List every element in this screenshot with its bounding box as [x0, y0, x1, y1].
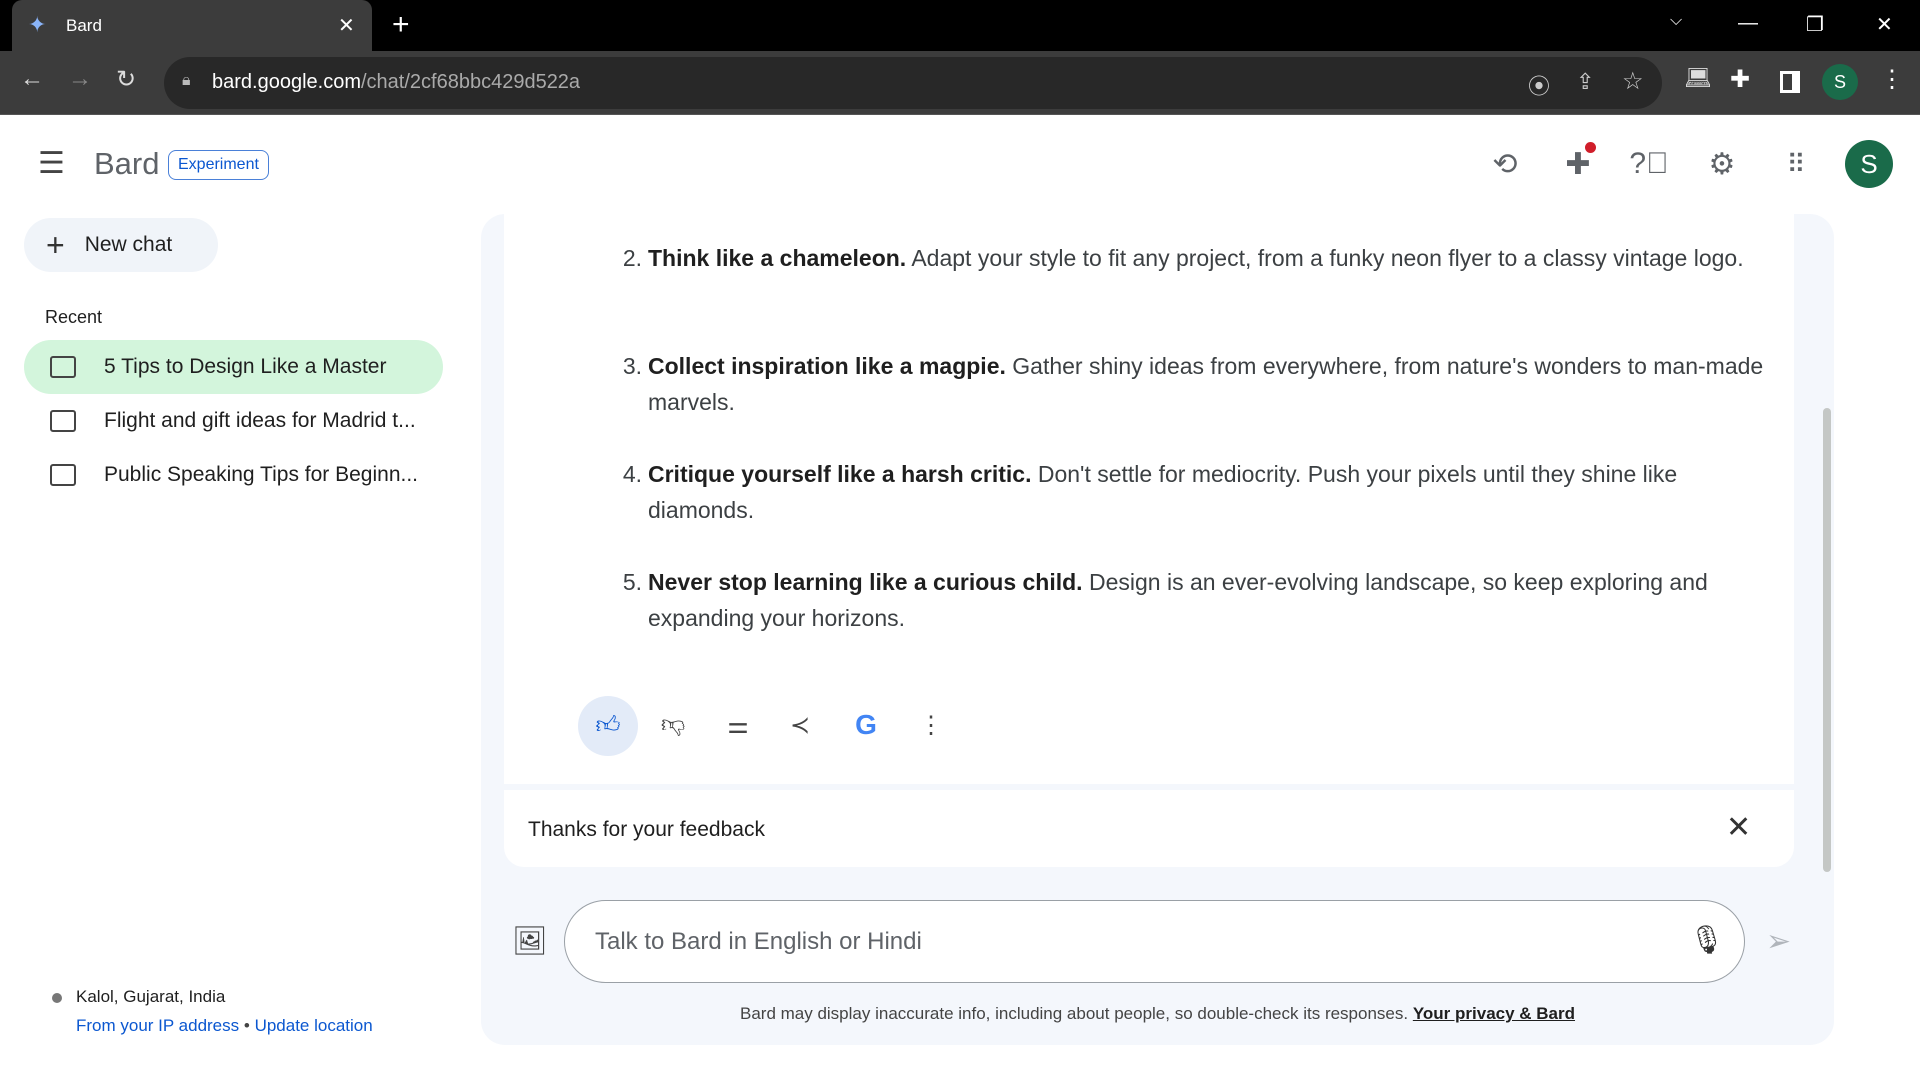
close-window-icon[interactable]: ✕ — [1876, 12, 1893, 37]
share-button[interactable]: ≺ — [777, 702, 823, 748]
back-icon[interactable]: ← — [20, 65, 44, 93]
thumbs-down-button[interactable]: 👎︎ — [650, 702, 696, 748]
location-links: From your IP address • Update location — [76, 1016, 373, 1036]
scrollbar[interactable] — [1823, 408, 1831, 872]
prompt-input-box[interactable]: 🎙︎ — [564, 900, 1745, 983]
prompt-input[interactable] — [595, 921, 1645, 963]
forward-icon[interactable]: → — [68, 65, 92, 93]
location-text: Kalol, Gujarat, India — [76, 987, 226, 1006]
chat-title: Flight and gift ideas for Madrid t... — [104, 409, 416, 432]
new-chat-button[interactable]: + New chat — [24, 218, 218, 272]
bard-sparkle-icon: ✦ — [28, 12, 47, 37]
app-logo: Bard — [94, 146, 160, 181]
privacy-link[interactable]: Your privacy & Bard — [1413, 1004, 1575, 1023]
browser-toolbar: ← → ↻ 🔒︎ bard.google.com/chat/2cf68bbc42… — [0, 51, 1920, 115]
main-menu-icon[interactable]: ☰ — [38, 146, 65, 181]
profile-avatar[interactable]: S — [1822, 64, 1858, 100]
chat-icon — [50, 410, 76, 432]
notification-dot — [1585, 142, 1596, 153]
new-chat-label: New chat — [84, 233, 173, 256]
account-avatar[interactable]: S — [1845, 140, 1893, 188]
help-icon[interactable]: ?⃝ — [1627, 142, 1671, 186]
location-blocked-icon[interactable]: ⦿ — [1528, 69, 1550, 101]
tab-strip: ✦ Bard ✕ + ⌵ — ❐ ✕ — [0, 0, 1920, 51]
upload-image-icon[interactable]: 🖼︎ — [512, 924, 548, 957]
chat-icon — [50, 464, 76, 486]
new-tab-icon[interactable]: + — [392, 8, 410, 42]
chat-title: Public Speaking Tips for Beginn... — [104, 463, 419, 486]
list-item: 2. Think like a chameleon. Adapt your sty… — [622, 245, 1744, 271]
modify-response-button[interactable]: ⚌ — [715, 702, 761, 748]
activity-history-icon[interactable]: ⟲ — [1483, 142, 1527, 186]
browser-tab[interactable]: ✦ Bard ✕ — [12, 0, 372, 51]
update-location-link[interactable]: Update location — [255, 1016, 373, 1035]
minimize-icon[interactable]: — — [1738, 12, 1758, 35]
apps-grid-icon[interactable]: ⠿ — [1774, 142, 1818, 186]
chat-title: 5 Tips to Design Like a Master — [104, 355, 387, 378]
list-item: 3. Collect inspiration like a magpie. Gat… — [622, 353, 1764, 415]
list-item: 4. Critique yourself like a harsh critic.… — [622, 461, 1678, 523]
disclaimer-text: Bard may display inaccurate info, includ… — [739, 1004, 1413, 1023]
feedback-bar: Thanks for your feedback ✕ — [504, 790, 1794, 867]
sidebar-chat-item[interactable]: 5 Tips to Design Like a Master — [24, 340, 443, 394]
separator: • — [243, 1016, 250, 1035]
share-icon[interactable]: ⇪ — [1576, 69, 1594, 95]
google-it-button[interactable]: G — [843, 702, 889, 748]
location-dot-icon — [52, 993, 62, 1003]
sidebar-chat-item[interactable]: Flight and gift ideas for Madrid t... — [24, 394, 443, 448]
address-bar[interactable]: 🔒︎ bard.google.com/chat/2cf68bbc429d522a… — [164, 57, 1662, 109]
chat-icon — [50, 356, 76, 378]
send-icon[interactable]: ➢ — [1766, 924, 1791, 959]
extensions-icon[interactable]: ✚ — [1730, 65, 1750, 94]
extension-alert-icon[interactable]: 💻︎ — [1684, 65, 1712, 91]
lock-icon: 🔒︎ — [182, 72, 191, 89]
disclaimer: Bard may display inaccurate info, includ… — [481, 1004, 1834, 1024]
more-options-button[interactable]: ⋮ — [908, 702, 954, 748]
feedback-message: Thanks for your feedback — [528, 818, 765, 841]
ip-address-link[interactable]: From your IP address — [76, 1016, 239, 1035]
extensions-puzzle-icon[interactable]: ✚ — [1556, 142, 1600, 186]
recent-heading: Recent — [45, 307, 103, 327]
microphone-icon[interactable]: 🎙︎ — [1689, 923, 1725, 956]
close-feedback-icon[interactable]: ✕ — [1726, 810, 1751, 845]
bookmark-star-icon[interactable]: ☆ — [1622, 67, 1644, 96]
plus-icon: + — [46, 226, 65, 263]
reload-icon[interactable]: ↻ — [116, 65, 136, 94]
url[interactable]: bard.google.com/chat/2cf68bbc429d522a — [212, 71, 580, 94]
sidebar-chat-item[interactable]: Public Speaking Tips for Beginn... — [24, 448, 443, 502]
tab-search-icon[interactable]: ⌵ — [1670, 12, 1682, 30]
experiment-badge: Experiment — [168, 150, 269, 180]
list-item: 5. Never stop learning like a curious chi… — [622, 569, 1708, 631]
side-panel-icon[interactable] — [1780, 71, 1800, 93]
close-tab-icon[interactable]: ✕ — [338, 13, 355, 38]
restore-icon[interactable]: ❐ — [1806, 12, 1824, 37]
settings-gear-icon[interactable]: ⚙ — [1700, 142, 1744, 186]
browser-menu-icon[interactable]: ⋮ — [1880, 65, 1904, 94]
thumbs-up-button[interactable]: 👍︎ — [578, 696, 638, 756]
tab-title: Bard — [66, 16, 102, 35]
